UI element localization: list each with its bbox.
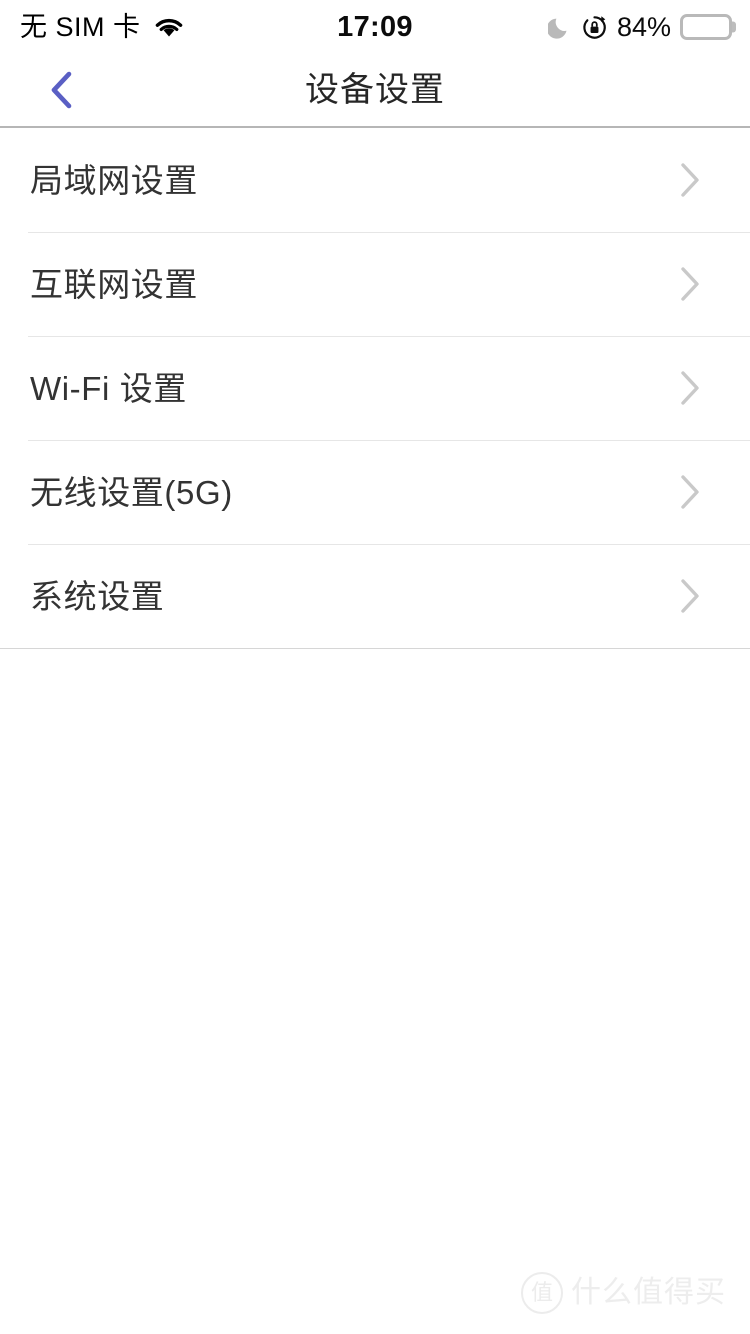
wifi-icon [153, 15, 185, 39]
chevron-right-icon [678, 576, 702, 616]
rotation-lock-icon [581, 14, 608, 41]
chevron-right-icon [678, 264, 702, 304]
list-item-system-settings[interactable]: 系统设置 [0, 544, 750, 648]
status-bar: 无 SIM 卡 17:09 84% [0, 0, 750, 54]
watermark: 值 什么值得买 [521, 1272, 726, 1314]
watermark-label: 什么值得买 [571, 1276, 726, 1309]
page-title: 设备设置 [305, 71, 445, 109]
battery-icon [680, 14, 736, 40]
list-item-lan-settings[interactable]: 局域网设置 [0, 128, 750, 232]
settings-list: 局域网设置 互联网设置 Wi-Fi 设置 无线设置(5G) 系统设置 [0, 128, 750, 649]
list-item-label: 系统设置 [30, 577, 165, 615]
list-item-label: Wi-Fi 设置 [30, 369, 187, 407]
chevron-right-icon [678, 472, 702, 512]
status-clock: 17:09 [337, 10, 413, 43]
chevron-left-icon [45, 68, 79, 112]
moon-icon [546, 15, 572, 39]
list-item-wireless-5g-settings[interactable]: 无线设置(5G) [0, 440, 750, 544]
list-item-wifi-settings[interactable]: Wi-Fi 设置 [0, 336, 750, 440]
list-item-label: 局域网设置 [30, 161, 198, 199]
navigation-bar: 设备设置 [0, 54, 750, 128]
list-item-label: 互联网设置 [30, 265, 198, 303]
carrier-label: 无 SIM 卡 [20, 11, 141, 42]
empty-content-area [0, 649, 750, 1309]
list-item-label: 无线设置(5G) [30, 473, 233, 511]
list-item-internet-settings[interactable]: 互联网设置 [0, 232, 750, 336]
watermark-logo-icon: 值 [521, 1272, 563, 1314]
chevron-right-icon [678, 160, 702, 200]
battery-nub [732, 21, 736, 33]
battery-percent-label: 84% [616, 11, 671, 42]
status-bar-right: 84% [546, 11, 736, 42]
back-button[interactable] [24, 54, 100, 126]
chevron-right-icon [678, 368, 702, 408]
status-bar-left: 无 SIM 卡 [20, 11, 185, 42]
